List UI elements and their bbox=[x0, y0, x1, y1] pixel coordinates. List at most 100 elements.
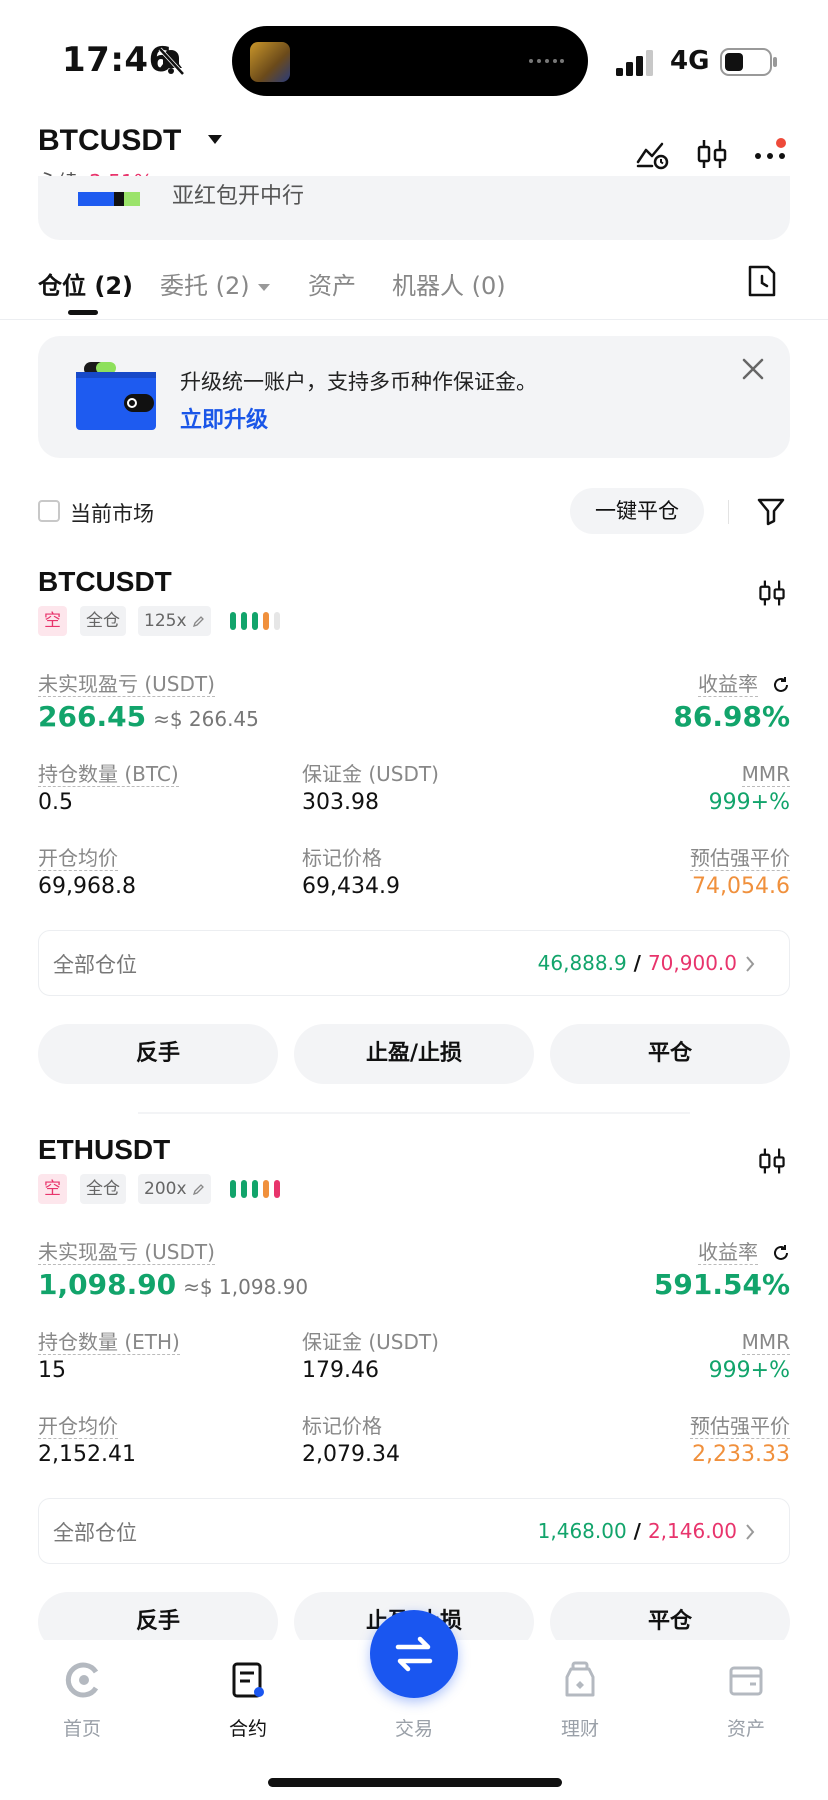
nav-home[interactable]: 首页 bbox=[32, 1660, 132, 1741]
history-icon[interactable] bbox=[746, 264, 778, 298]
nav-contracts[interactable]: 合约 bbox=[198, 1660, 298, 1741]
now-playing-artwork bbox=[250, 42, 290, 82]
refresh-icon[interactable] bbox=[772, 676, 790, 694]
position-card-eth: ETHUSDT 空 全仓 200x 未实现盈亏 (USDT) 1,098.90 … bbox=[0, 1134, 828, 1674]
leverage-badge[interactable]: 125x bbox=[138, 606, 211, 636]
home-indicator bbox=[268, 1778, 562, 1787]
entry-price-value: 69,968.8 bbox=[38, 874, 136, 899]
caret-down-icon[interactable] bbox=[206, 132, 224, 146]
close-position-button[interactable]: 平仓 bbox=[550, 1024, 790, 1084]
reverse-button[interactable]: 反手 bbox=[38, 1024, 278, 1084]
battery-icon bbox=[720, 48, 777, 76]
candlestick-chart-icon[interactable] bbox=[756, 1144, 788, 1178]
candlestick-chart-icon[interactable] bbox=[694, 136, 730, 172]
current-market-checkbox[interactable] bbox=[38, 500, 60, 522]
earn-jar-icon bbox=[565, 1661, 595, 1697]
pnl-usd-approx: ≈$ 266.45 bbox=[153, 707, 259, 731]
leverage-badge[interactable]: 200x bbox=[138, 1174, 211, 1204]
stop-loss-price: 2,146.00 bbox=[647, 1519, 737, 1543]
all-positions-label: 全部仓位 bbox=[53, 953, 137, 977]
risk-bar bbox=[230, 1180, 236, 1198]
risk-bar bbox=[263, 612, 269, 630]
mark-price-label: 标记价格 bbox=[302, 846, 382, 870]
liquidation-price-label[interactable]: 预估强平价 bbox=[690, 1414, 790, 1439]
mmr-value: 999+% bbox=[708, 1358, 790, 1383]
side-badge: 空 bbox=[38, 1174, 67, 1204]
quantity-value: 15 bbox=[38, 1358, 66, 1383]
risk-bar bbox=[263, 1180, 269, 1198]
tpsl-button[interactable]: 止盈/止损 bbox=[294, 1024, 534, 1084]
mark-price-label: 标记价格 bbox=[302, 1414, 382, 1438]
margin-label: 保证金 (USDT) bbox=[302, 762, 439, 786]
promo-banner-text: 亚红包开中行 bbox=[172, 184, 305, 209]
unrealized-pnl-label[interactable]: 未实现盈亏 (USDT) bbox=[38, 1240, 215, 1265]
home-logo-icon bbox=[65, 1662, 99, 1698]
divider bbox=[138, 1112, 690, 1114]
liquidation-price-value: 2,233.33 bbox=[692, 1442, 790, 1467]
close-all-button[interactable]: 一键平仓 bbox=[570, 488, 704, 534]
status-bar: 17:46 4G bbox=[0, 0, 828, 110]
position-card-btc: BTCUSDT 空 全仓 125x 未实现盈亏 (USDT) 266.45 ≈$… bbox=[0, 566, 828, 1106]
mark-price-value: 69,434.9 bbox=[302, 874, 400, 899]
roi-label[interactable]: 收益率 bbox=[698, 1240, 758, 1265]
mmr-value: 999+% bbox=[708, 790, 790, 815]
roi-value: 86.98% bbox=[673, 700, 790, 733]
contract-document-icon bbox=[232, 1662, 264, 1698]
network-type: 4G bbox=[670, 46, 710, 76]
price-alert-icon[interactable] bbox=[634, 136, 670, 172]
cellular-signal-icon bbox=[616, 50, 653, 76]
risk-bar bbox=[252, 612, 258, 630]
nav-assets[interactable]: 资产 bbox=[696, 1660, 796, 1741]
upgrade-now-link[interactable]: 立即升级 bbox=[180, 402, 268, 434]
mark-price-value: 2,079.34 bbox=[302, 1442, 400, 1467]
position-symbol[interactable]: BTCUSDT bbox=[38, 566, 172, 598]
tpsl-values: 1,468.00 / 2,146.00 bbox=[537, 1519, 737, 1543]
current-market-label[interactable]: 当前市场 bbox=[70, 498, 154, 528]
risk-level-indicator bbox=[230, 612, 280, 630]
upgrade-account-card: 升级统一账户，支持多币种作保证金。 立即升级 bbox=[38, 336, 790, 458]
mmr-label[interactable]: MMR bbox=[741, 762, 790, 787]
risk-bar bbox=[274, 1180, 280, 1198]
swap-arrows-icon bbox=[395, 1636, 433, 1672]
unrealized-pnl: 1,098.90 ≈$ 1,098.90 bbox=[38, 1268, 309, 1301]
active-tab-indicator bbox=[68, 310, 98, 315]
filter-icon[interactable] bbox=[756, 496, 786, 526]
all-positions-label: 全部仓位 bbox=[53, 1521, 137, 1545]
quantity-label[interactable]: 持仓数量 (BTC) bbox=[38, 762, 179, 787]
nav-earn[interactable]: 理财 bbox=[530, 1660, 630, 1741]
roi-label[interactable]: 收益率 bbox=[698, 672, 758, 697]
all-positions-tpsl-row[interactable]: 全部仓位 1,468.00 / 2,146.00 bbox=[38, 1498, 790, 1564]
close-icon[interactable] bbox=[740, 356, 766, 382]
wallet-icon bbox=[76, 362, 156, 430]
risk-level-indicator bbox=[230, 1180, 280, 1198]
candlestick-chart-icon[interactable] bbox=[756, 576, 788, 610]
tab-positions[interactable]: 仓位 (2) bbox=[38, 266, 133, 301]
audio-waveform-icon bbox=[529, 59, 564, 63]
trade-button[interactable] bbox=[370, 1610, 458, 1698]
margin-value: 179.46 bbox=[302, 1358, 379, 1383]
symbol-selector[interactable]: BTCUSDT bbox=[38, 124, 181, 158]
chevron-right-icon bbox=[746, 956, 755, 972]
risk-bar bbox=[274, 612, 280, 630]
quantity-label[interactable]: 持仓数量 (ETH) bbox=[38, 1330, 180, 1355]
entry-price-label[interactable]: 开仓均价 bbox=[38, 1414, 118, 1439]
all-positions-tpsl-row[interactable]: 全部仓位 46,888.9 / 70,900.0 bbox=[38, 930, 790, 996]
tab-bots[interactable]: 机器人 (0) bbox=[392, 266, 506, 301]
tab-assets[interactable]: 资产 bbox=[308, 266, 356, 301]
promo-banner-peek[interactable]: 亚红包开中行 bbox=[38, 176, 790, 240]
mmr-label[interactable]: MMR bbox=[741, 1330, 790, 1355]
divider bbox=[728, 500, 729, 524]
caret-down-icon bbox=[257, 283, 270, 291]
dynamic-island bbox=[232, 26, 588, 96]
refresh-icon[interactable] bbox=[772, 1244, 790, 1262]
margin-mode-badge: 全仓 bbox=[80, 606, 126, 636]
liquidation-price-label[interactable]: 预估强平价 bbox=[690, 846, 790, 871]
tab-orders[interactable]: 委托 (2) bbox=[160, 266, 270, 301]
risk-bar bbox=[241, 612, 247, 630]
risk-bar bbox=[252, 1180, 258, 1198]
wallet-icon bbox=[729, 1666, 763, 1696]
entry-price-label[interactable]: 开仓均价 bbox=[38, 846, 118, 871]
risk-bar bbox=[241, 1180, 247, 1198]
unrealized-pnl-label[interactable]: 未实现盈亏 (USDT) bbox=[38, 672, 215, 697]
position-symbol[interactable]: ETHUSDT bbox=[38, 1134, 170, 1166]
